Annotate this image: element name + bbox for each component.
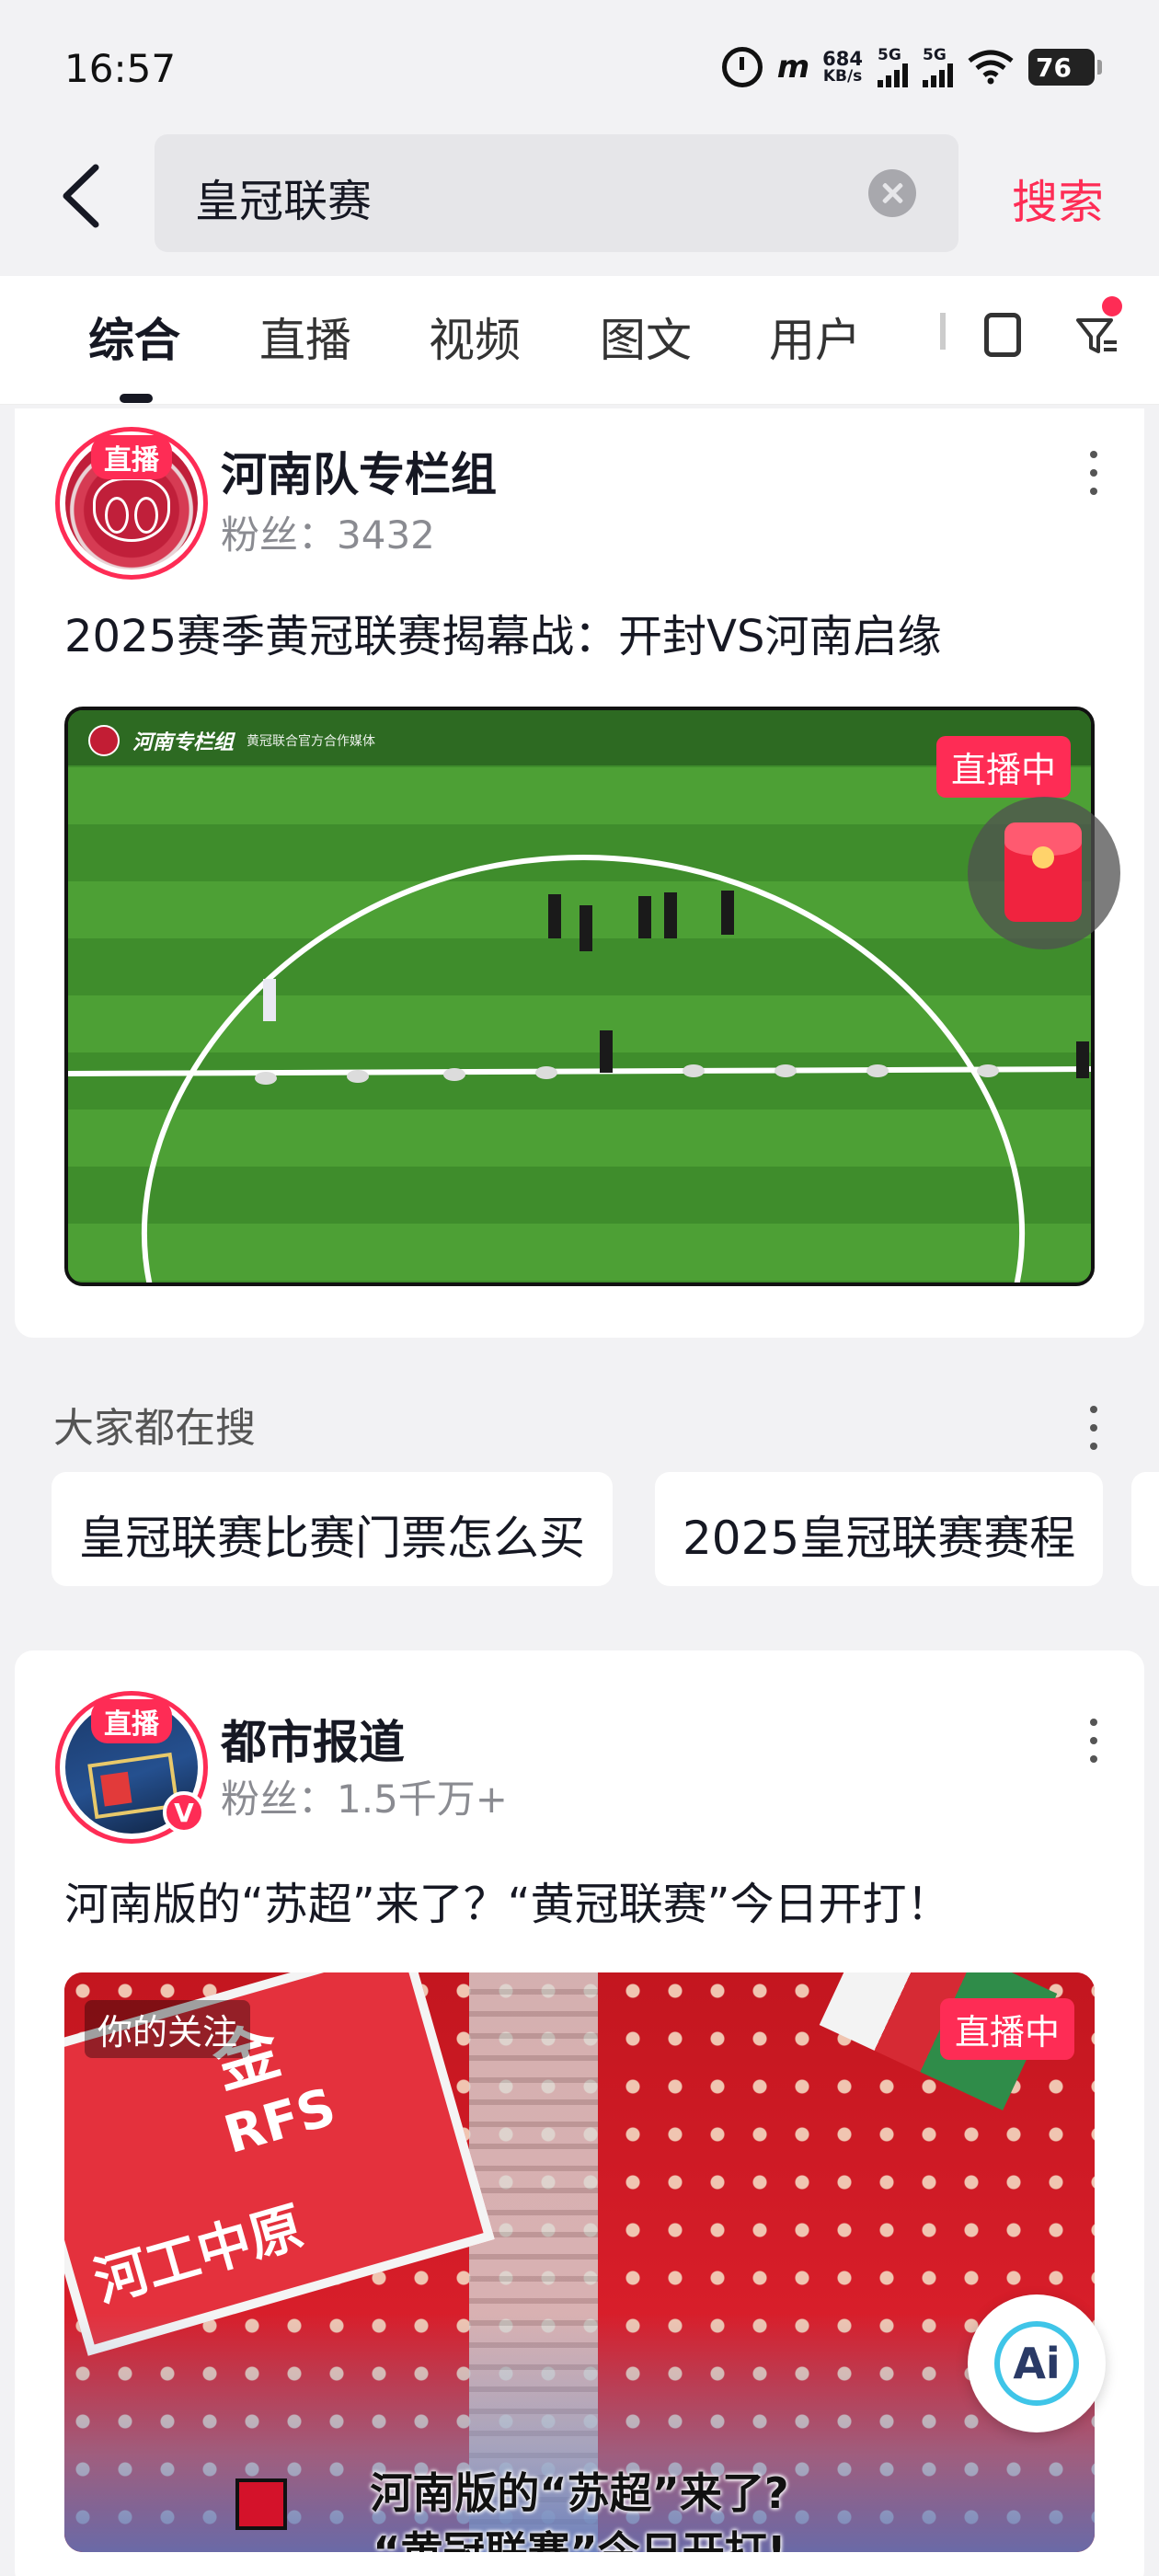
broadcaster-watermark: 河南专栏组 黄冠联合官方合作媒体 (88, 725, 375, 756)
hot-search-more-icon[interactable] (1089, 1406, 1098, 1450)
verified-badge-icon: V (163, 1791, 205, 1834)
live-video-thumbnail[interactable]: 金 RFS 河工中原 你的关注 直播中 河南版的“苏超”来了? “黄冠联赛”今日… (64, 1972, 1095, 2552)
result-card-2[interactable]: 直播 V 都市报道 粉丝：1.5千万+ 河南版的“苏超”来了？“黄冠联赛”今日开… (15, 1650, 1144, 2576)
fans-count: 粉丝：1.5千万+ (221, 1777, 508, 1822)
hot-search-title: 大家都在搜 (53, 1405, 256, 1452)
sim1-label: 5G (878, 45, 901, 64)
watermark-subtitle: 黄冠联合官方合作媒体 (247, 734, 376, 749)
clear-icon[interactable] (868, 169, 916, 217)
post-title[interactable]: 2025赛季黄冠联赛揭幕战：开封VS河南启缘 (64, 600, 941, 664)
watermark-brand: 河南专栏组 (132, 731, 235, 754)
fans-count: 粉丝：3432 (221, 512, 435, 558)
live-badge: 直播中 (935, 736, 1071, 798)
net-speed-unit: KB/s (822, 67, 863, 86)
hot-search-chip-1[interactable]: 皇冠联赛比赛门票怎么买 (52, 1472, 613, 1586)
hot-search-chip-overflow[interactable] (1131, 1472, 1159, 1586)
filter-icon[interactable] (1074, 313, 1120, 359)
tab-general[interactable]: 综合 (88, 304, 180, 370)
sim2-label: 5G (923, 45, 947, 64)
live-badge: 直播中 (939, 1998, 1074, 2060)
hot-search-section: 大家都在搜 皇冠联赛比赛门票怎么买 2025皇冠联赛赛程 (0, 1338, 1159, 1650)
alarm-icon (721, 47, 763, 87)
tab-indicator (120, 394, 153, 403)
carrier-icon: m (776, 49, 809, 86)
post-title[interactable]: 河南版的“苏超”来了？“黄冠联赛”今日开打！ (64, 1868, 950, 1932)
net-speed-value: 684 (822, 48, 863, 70)
following-tag: 你的关注 (85, 2000, 251, 2058)
status-icons: m 684 KB/s 5G 5G 76 (721, 44, 1102, 90)
filter-notification-dot (1102, 296, 1122, 316)
account-name[interactable]: 河南队专栏组 (221, 438, 497, 504)
result-tabs: 综合 直播 视频 图文 用户 (0, 276, 1159, 405)
tab-live[interactable]: 直播 (259, 304, 351, 370)
net-speed: 684 KB/s (822, 50, 863, 85)
tab-users[interactable]: 用户 (769, 304, 861, 370)
ai-assistant-button[interactable]: Ai (968, 2294, 1106, 2432)
tab-video[interactable]: 视频 (429, 304, 521, 370)
live-video-thumbnail[interactable]: 河南专栏组 黄冠联合官方合作媒体 直播中 (64, 707, 1095, 1286)
ai-icon: Ai (994, 2321, 1079, 2406)
account-name[interactable]: 都市报道 (221, 1706, 405, 1772)
avatar-1[interactable]: 直播 (55, 427, 208, 580)
live-pill: 直播 (91, 1699, 172, 1743)
red-packet-icon (1004, 822, 1082, 922)
tab-image-text[interactable]: 图文 (600, 304, 692, 370)
battery-icon: 76 (1028, 49, 1102, 86)
live-pill: 直播 (91, 435, 172, 479)
status-bar: 16:57 m 684 KB/s 5G 5G 76 (0, 0, 1159, 138)
signal-icon-sim2: 5G (923, 45, 953, 87)
hot-search-chip-2[interactable]: 2025皇冠联赛赛程 (655, 1472, 1104, 1586)
more-options-icon[interactable] (1089, 1719, 1098, 1763)
search-query[interactable]: 皇冠联赛 (195, 165, 372, 229)
search-button[interactable]: 搜索 (1012, 166, 1104, 232)
tab-overflow-hint (940, 313, 946, 350)
red-packet-float-button[interactable] (968, 797, 1120, 949)
signal-icon-sim1: 5G (878, 45, 908, 87)
video-caption-line-2: “黄冠联赛”今日开打! (373, 2527, 786, 2552)
more-options-icon[interactable] (1089, 451, 1098, 495)
fold-view-icon[interactable] (984, 313, 1021, 357)
status-time: 16:57 (64, 46, 177, 91)
avatar-2[interactable]: 直播 V (55, 1691, 208, 1844)
back-arrow-icon[interactable] (55, 155, 110, 237)
search-input[interactable]: 皇冠联赛 (155, 134, 958, 252)
video-caption-line-1: 河南版的“苏超”来了? (370, 2468, 789, 2518)
wifi-icon (968, 50, 1014, 85)
